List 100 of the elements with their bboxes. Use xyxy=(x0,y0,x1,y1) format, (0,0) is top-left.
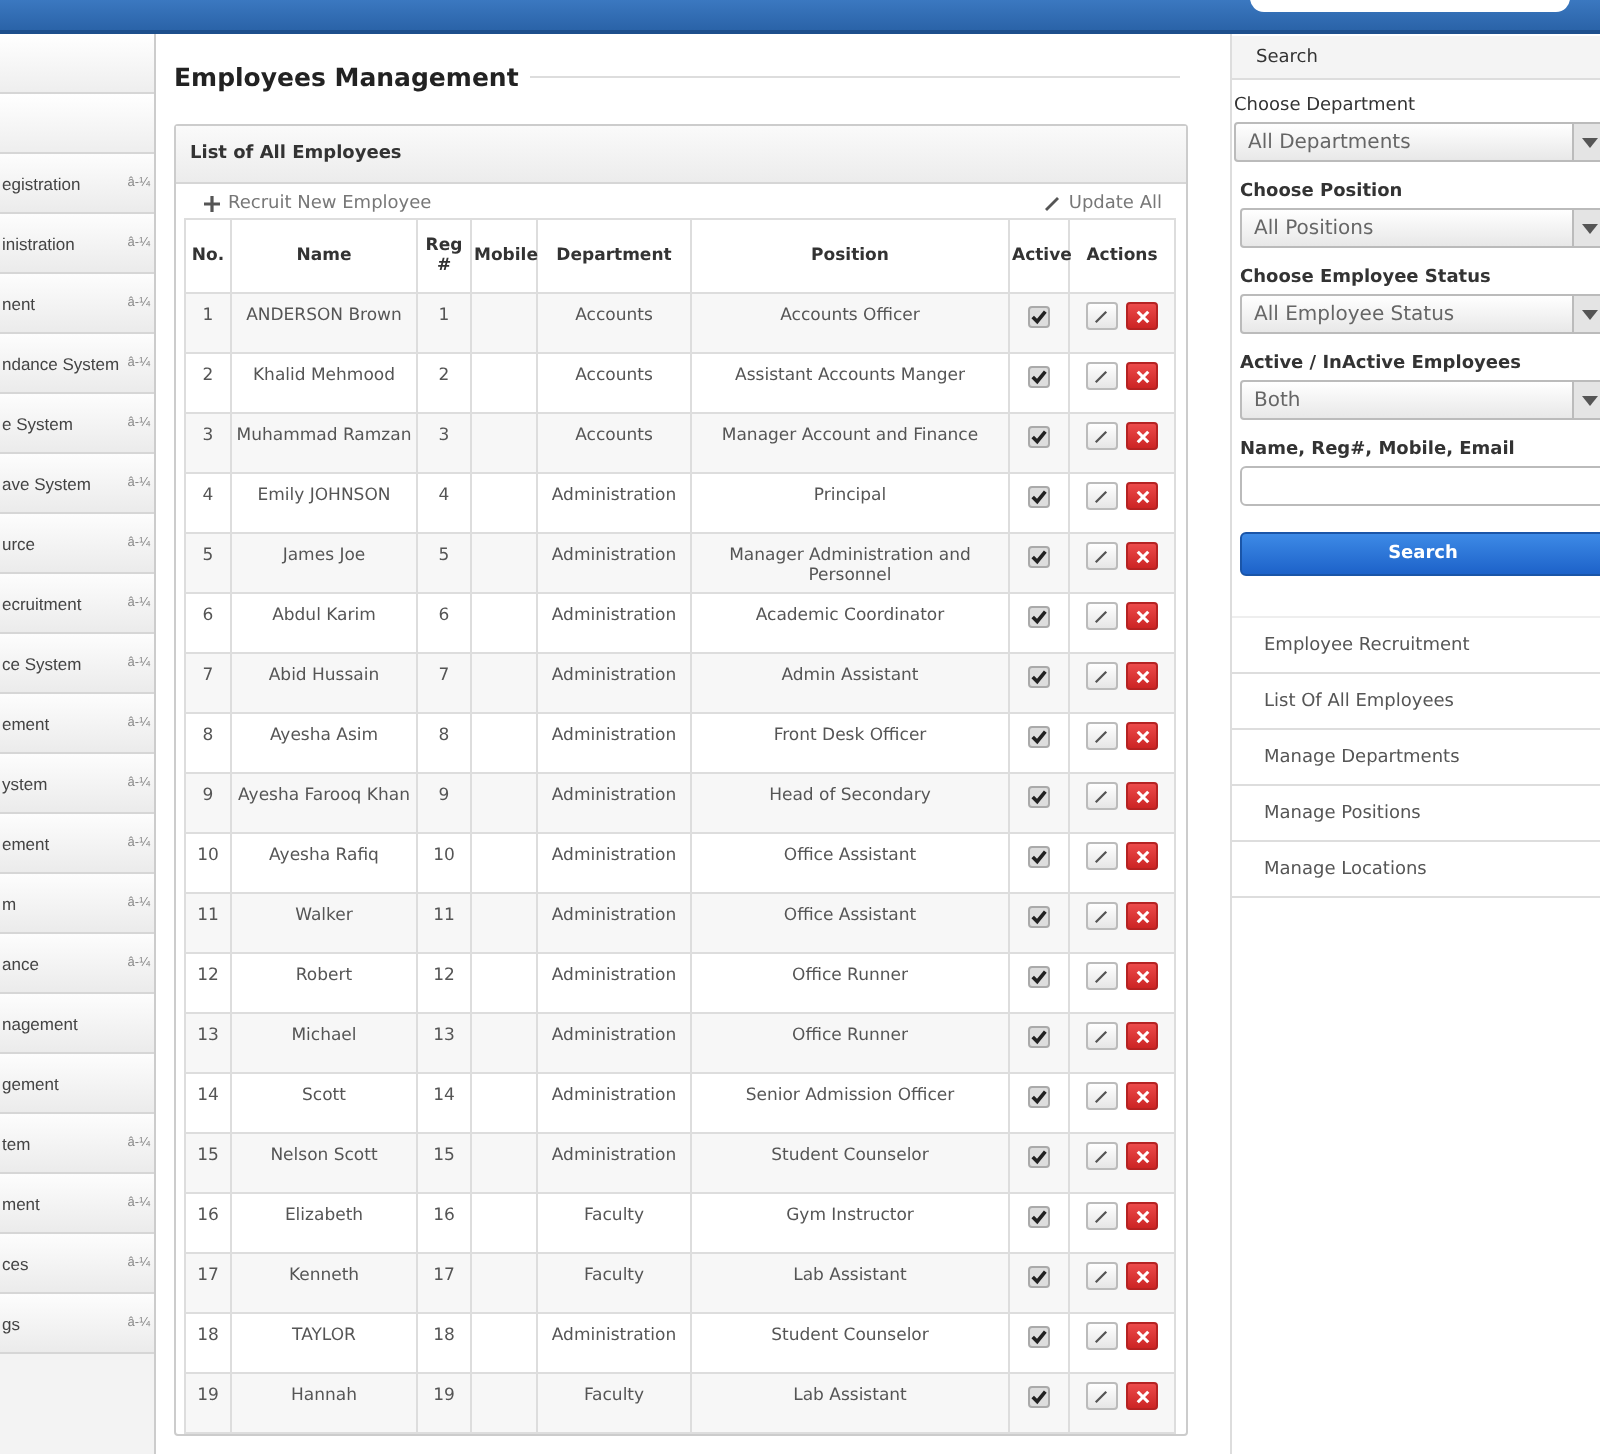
dropdown[interactable]: Both xyxy=(1240,380,1600,420)
edit-button[interactable] xyxy=(1085,842,1118,870)
edit-button[interactable] xyxy=(1085,782,1118,810)
menu-link[interactable]: Manage Departments xyxy=(1232,730,1600,786)
delete-button[interactable] xyxy=(1126,1382,1159,1410)
edit-button[interactable] xyxy=(1085,902,1118,930)
pencil-icon xyxy=(1094,1209,1109,1223)
active-checkbox[interactable] xyxy=(1028,906,1050,928)
menu-link[interactable]: Manage Positions xyxy=(1232,786,1600,842)
edit-button[interactable] xyxy=(1085,1082,1118,1110)
menu-link[interactable]: Employee Recruitment xyxy=(1232,618,1600,674)
delete-button[interactable] xyxy=(1126,1022,1159,1050)
active-checkbox[interactable] xyxy=(1028,1146,1050,1168)
table-cell: 16 xyxy=(433,1206,455,1226)
edit-button[interactable] xyxy=(1085,1322,1118,1350)
edit-button[interactable] xyxy=(1085,1022,1118,1050)
update-all-link[interactable]: Update All xyxy=(1044,194,1162,214)
delete-button[interactable] xyxy=(1126,302,1159,330)
pencil-icon xyxy=(1094,609,1109,623)
active-checkbox[interactable] xyxy=(1028,1026,1050,1048)
active-checkbox[interactable] xyxy=(1028,1266,1050,1288)
delete-button[interactable] xyxy=(1126,842,1159,870)
delete-button[interactable] xyxy=(1126,1262,1159,1290)
active-checkbox[interactable] xyxy=(1028,486,1050,508)
edit-button[interactable] xyxy=(1085,482,1118,510)
edit-button[interactable] xyxy=(1085,1382,1118,1410)
table-cell: TAYLOR xyxy=(292,1326,356,1346)
search-button[interactable]: Search xyxy=(1240,532,1600,576)
edit-button[interactable] xyxy=(1085,722,1118,750)
pencil-icon xyxy=(1094,1389,1109,1403)
active-checkbox[interactable] xyxy=(1028,1086,1050,1108)
active-checkbox[interactable] xyxy=(1028,606,1050,628)
recruit-link[interactable]: Recruit New Employee xyxy=(204,194,432,214)
edit-button[interactable] xyxy=(1085,362,1118,390)
active-checkbox[interactable] xyxy=(1028,426,1050,448)
delete-button[interactable] xyxy=(1126,1322,1159,1350)
sidebar-item-label: ce System xyxy=(2,653,82,673)
active-checkbox[interactable] xyxy=(1028,966,1050,988)
delete-button[interactable] xyxy=(1126,782,1159,810)
delete-button[interactable] xyxy=(1126,542,1159,570)
table-cell: Ayesha Rafiq xyxy=(269,846,379,866)
sidebar-item-label: gs xyxy=(2,1313,20,1333)
pencil-icon xyxy=(1094,369,1109,383)
active-checkbox[interactable] xyxy=(1028,786,1050,808)
delete-button[interactable] xyxy=(1126,962,1159,990)
table-cell: Manager Administration and Personnel xyxy=(729,546,971,586)
active-checkbox[interactable] xyxy=(1028,726,1050,748)
delete-button[interactable] xyxy=(1126,362,1159,390)
edit-button[interactable] xyxy=(1085,422,1118,450)
menu-link[interactable]: Manage Locations xyxy=(1232,842,1600,898)
edit-button[interactable] xyxy=(1085,962,1118,990)
delete-button[interactable] xyxy=(1126,602,1159,630)
edit-button[interactable] xyxy=(1085,662,1118,690)
table-cell: 15 xyxy=(433,1146,455,1166)
close-icon xyxy=(1135,1089,1150,1103)
table-cell: 18 xyxy=(433,1326,455,1346)
sidebar-item-label: ance xyxy=(2,953,39,973)
active-checkbox[interactable] xyxy=(1028,1326,1050,1348)
active-checkbox[interactable] xyxy=(1028,666,1050,688)
edit-button[interactable] xyxy=(1085,542,1118,570)
dropdown[interactable]: All Positions xyxy=(1240,208,1600,248)
dropdown[interactable]: All Employee Status xyxy=(1240,294,1600,334)
delete-button[interactable] xyxy=(1126,1202,1159,1230)
table-cell: Accounts Officer xyxy=(780,306,920,326)
active-checkbox[interactable] xyxy=(1028,366,1050,388)
search-input-field[interactable] xyxy=(1240,466,1600,506)
table-cell: Administration xyxy=(551,546,677,566)
delete-button[interactable] xyxy=(1126,662,1159,690)
edit-button[interactable] xyxy=(1085,1202,1118,1230)
pencil-icon xyxy=(1094,489,1109,503)
table-cell: Kenneth xyxy=(288,1266,360,1286)
delete-button[interactable] xyxy=(1126,1082,1159,1110)
edit-button[interactable] xyxy=(1085,1142,1118,1170)
menu-link[interactable]: List Of All Employees xyxy=(1232,674,1600,730)
table-cell: 9 xyxy=(438,786,450,806)
table-cell: 3 xyxy=(202,426,214,446)
dropdown[interactable]: All Departments xyxy=(1234,122,1600,162)
table-cell: Hannah xyxy=(291,1386,357,1406)
table-cell: Administration xyxy=(551,906,677,926)
sidebar-item[interactable]: gement xyxy=(0,1054,154,1114)
delete-button[interactable] xyxy=(1126,1142,1159,1170)
delete-button[interactable] xyxy=(1126,482,1159,510)
edit-button[interactable] xyxy=(1085,602,1118,630)
sidebar-item[interactable]: nagement xyxy=(0,994,154,1054)
delete-button[interactable] xyxy=(1126,722,1159,750)
table-cell: Administration xyxy=(551,666,677,686)
pencil-icon xyxy=(1094,729,1109,743)
active-checkbox[interactable] xyxy=(1028,1206,1050,1228)
edit-button[interactable] xyxy=(1085,1262,1118,1290)
table-cell: 18 xyxy=(197,1326,219,1346)
active-checkbox[interactable] xyxy=(1028,1386,1050,1408)
active-checkbox[interactable] xyxy=(1028,546,1050,568)
active-checkbox[interactable] xyxy=(1028,846,1050,868)
table-cell: Elizabeth xyxy=(284,1206,364,1226)
active-checkbox[interactable] xyxy=(1028,306,1050,328)
delete-button[interactable] xyxy=(1126,902,1159,930)
plus-icon xyxy=(204,196,220,212)
edit-button[interactable] xyxy=(1085,302,1118,330)
table-cell: Administration xyxy=(551,606,677,626)
delete-button[interactable] xyxy=(1126,422,1159,450)
